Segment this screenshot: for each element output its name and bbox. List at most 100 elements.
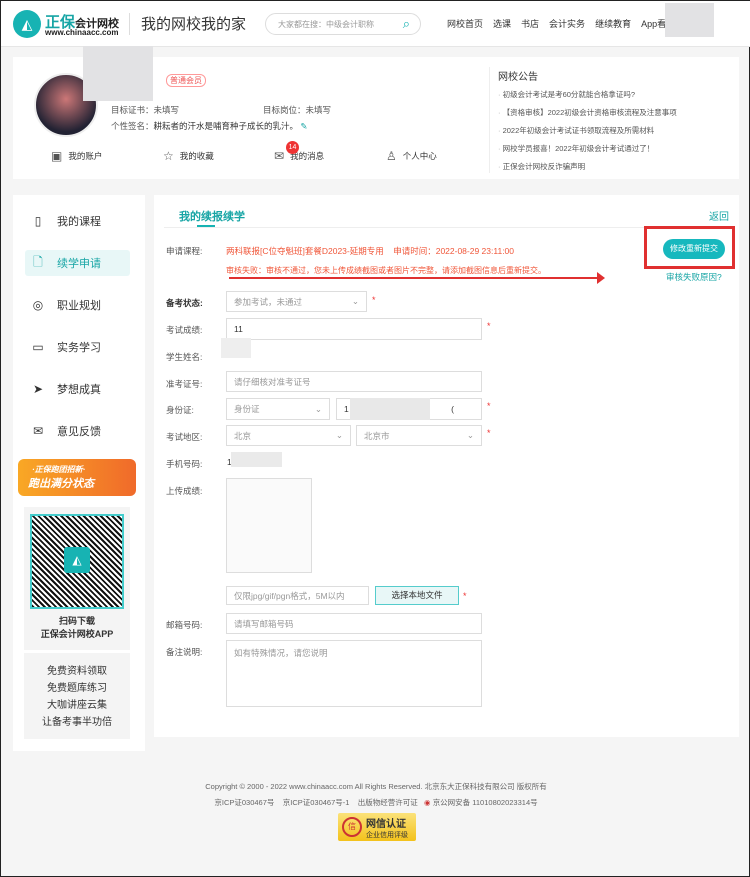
feature-link[interactable]: 让备考事半功倍 <box>24 714 130 731</box>
feature-links: 免费资料领取 免费题库练习 大咖讲座云集 让备考事半功倍 <box>24 653 130 739</box>
monitor-icon: ▭ <box>32 340 44 354</box>
nav-bookstore[interactable]: 书店 <box>521 17 539 30</box>
name-label: 学生姓名: <box>166 352 203 362</box>
required-mark: * <box>487 401 491 411</box>
id-label: 身份证: <box>166 405 194 415</box>
redacted-user <box>665 3 714 37</box>
back-link[interactable]: 返回 <box>709 208 729 223</box>
signature: 个性签名：耕耘者的汗水是哺育种子成长的乳汁。 ✎ <box>111 121 308 131</box>
copyright: Copyright © 2000 - 2022 www.chinaacc.com… <box>205 782 547 791</box>
star-icon: ☆ <box>163 149 174 163</box>
province-select[interactable]: 北京 ⌄ <box>226 425 351 446</box>
course-info: 两科联报[C位夺魁班]套餐D2023-延期专用 申请时间：2022-08-29 … <box>226 246 515 256</box>
seal-icon: 信 <box>342 817 362 837</box>
my-favorites-link[interactable]: ☆ 我的收藏 <box>163 149 214 163</box>
email-label: 邮箱号码: <box>166 620 203 630</box>
sidebar-item-practice[interactable]: ▭ 实务学习 <box>25 334 130 360</box>
redacted-phone <box>231 452 282 467</box>
file-path-input[interactable]: 仅限jpg/gif/pgn格式，5M以内 <box>226 586 369 605</box>
brand-url: www.chinaacc.com <box>45 28 119 37</box>
notice-item[interactable]: 网校学员报喜！2022年初级会计考试通过了！ <box>498 143 655 154</box>
score-input[interactable]: 11 <box>226 318 482 340</box>
sidebar-item-career[interactable]: ◎ 职业规划 <box>25 292 130 318</box>
upload-label: 上传成绩: <box>166 486 203 496</box>
sidebar-item-dreams[interactable]: ➤ 梦想成真 <box>25 376 130 402</box>
chevron-down-icon: ⌄ <box>314 403 322 414</box>
notice-item[interactable]: 2022年初级会计考试证书领取流程及所需材料 <box>498 125 655 136</box>
my-messages-link[interactable]: ✉ 我的消息 <box>274 149 324 163</box>
search-placeholder: 大家都在搜：中级会计职称 <box>278 20 374 29</box>
credit-cert-badge[interactable]: 信 网信认证 企业信用评级 <box>338 813 416 841</box>
send-icon: ➤ <box>32 382 44 396</box>
personal-center-link[interactable]: ♙ 个人中心 <box>386 149 437 163</box>
required-mark: * <box>372 295 376 305</box>
fail-message: 审核失败：审核不通过，您未上传成绩截图或者图片不完整，请添加截图信息后重新提交。 <box>226 266 546 275</box>
nav-courses[interactable]: 选课 <box>493 17 511 30</box>
wallet-icon: ▣ <box>51 149 63 163</box>
search-icon[interactable]: ⌕ <box>403 16 410 32</box>
feature-link[interactable]: 免费资料领取 <box>24 663 130 680</box>
remark-textarea[interactable]: 如有特殊情况，请您说明 <box>226 640 482 707</box>
chevron-down-icon: ⌄ <box>335 430 343 440</box>
redacted-id <box>350 398 430 420</box>
required-mark: * <box>487 321 491 331</box>
nav-continuing-edu[interactable]: 继续教育 <box>595 17 631 30</box>
course-label: 申请课程: <box>166 246 203 256</box>
qr-caption: 扫码下载 正保会计网校APP <box>40 616 114 639</box>
sidebar-item-my-courses[interactable]: ▯ 我的课程 <box>25 208 130 234</box>
status-label: 备考状态: <box>166 298 203 308</box>
nav-practice[interactable]: 会计实务 <box>549 17 585 30</box>
book-icon: ▯ <box>34 214 42 228</box>
police-record-link[interactable]: 京公网安备 11010802023314号 <box>433 798 538 807</box>
redacted-username <box>83 46 153 101</box>
redacted-name <box>221 338 251 358</box>
required-mark: * <box>487 428 491 438</box>
feature-link[interactable]: 免费题库练习 <box>24 680 130 697</box>
publish-license-link[interactable]: 出版物经营许可证 <box>358 798 418 807</box>
mail-icon: ✉ <box>32 424 44 438</box>
choose-file-button[interactable]: 选择本地文件 <box>375 586 459 605</box>
member-badge: 普通会员 <box>166 74 206 87</box>
page-title[interactable]: 我的续报续学 <box>179 208 245 224</box>
sidebar-item-feedback[interactable]: ✉ 意见反馈 <box>25 418 130 444</box>
feature-link[interactable]: 大咖讲座云集 <box>24 697 130 714</box>
mail-icon: ✉ <box>274 149 285 163</box>
search-input[interactable]: 大家都在搜：中级会计职称 ⌕ <box>265 13 421 35</box>
id-type-select[interactable]: 身份证 ⌄ <box>226 398 330 420</box>
promo-banner[interactable]: ·正保跑团招新· 跑出满分状态 <box>18 459 136 496</box>
notice-item[interactable]: 正保会计网校反诈骗声明 <box>498 161 586 172</box>
city-select[interactable]: 北京市 ⌄ <box>356 425 482 446</box>
remark-label: 备注说明: <box>166 647 203 657</box>
ticket-label: 准考证号: <box>166 379 203 389</box>
notice-item[interactable]: 初级会计考试是考60分就能合格拿证吗? <box>498 89 636 100</box>
ticket-input[interactable]: 请仔细核对准考证号 <box>226 371 482 392</box>
edit-icon[interactable]: ✎ <box>300 121 307 131</box>
region-label: 考试地区: <box>166 432 203 442</box>
icp-link[interactable]: 京ICP证030467号 <box>214 798 274 807</box>
score-label: 考试成绩: <box>166 325 203 335</box>
logo-icon[interactable]: ◭ <box>13 10 41 38</box>
my-account-link[interactable]: ▣ 我的账户 <box>51 149 102 163</box>
compass-icon: ◎ <box>32 298 44 312</box>
annotation-arrow <box>229 277 599 279</box>
nav-home[interactable]: 网校首页 <box>447 17 483 30</box>
document-icon: 🗋 <box>33 254 43 269</box>
footer-licenses: 京ICP证030467号 京ICP证030467号-1 出版物经营许可证 ◉ 京… <box>1 795 750 811</box>
user-icon: ♙ <box>386 149 397 163</box>
email-input[interactable]: 请填写邮箱号码 <box>226 613 482 634</box>
message-count-badge: 14 <box>286 141 299 154</box>
sidebar-item-renewal[interactable]: 🗋 续学申请 <box>25 250 130 276</box>
page-slogan: 我的网校我的家 <box>141 16 247 33</box>
app-logo-icon: ◭ <box>64 547 90 573</box>
divider <box>489 67 490 173</box>
notice-item[interactable]: 【资格审核】2022初级会计资格审核流程及注意事项 <box>498 107 677 118</box>
required-mark: * <box>463 591 467 601</box>
footer: Copyright © 2000 - 2022 www.chinaacc.com… <box>1 779 750 811</box>
status-select[interactable]: 参加考试，未通过 ⌄ <box>226 291 367 312</box>
police-badge-icon: ◉ <box>424 798 431 807</box>
uploaded-score-thumbnail[interactable] <box>226 478 312 573</box>
divider <box>129 13 130 35</box>
fail-reason-link[interactable]: 审核失败原因? <box>666 271 722 283</box>
resubmit-button[interactable]: 修改重新提交 <box>663 239 725 259</box>
icp-link[interactable]: 京ICP证030467号-1 <box>283 798 350 807</box>
